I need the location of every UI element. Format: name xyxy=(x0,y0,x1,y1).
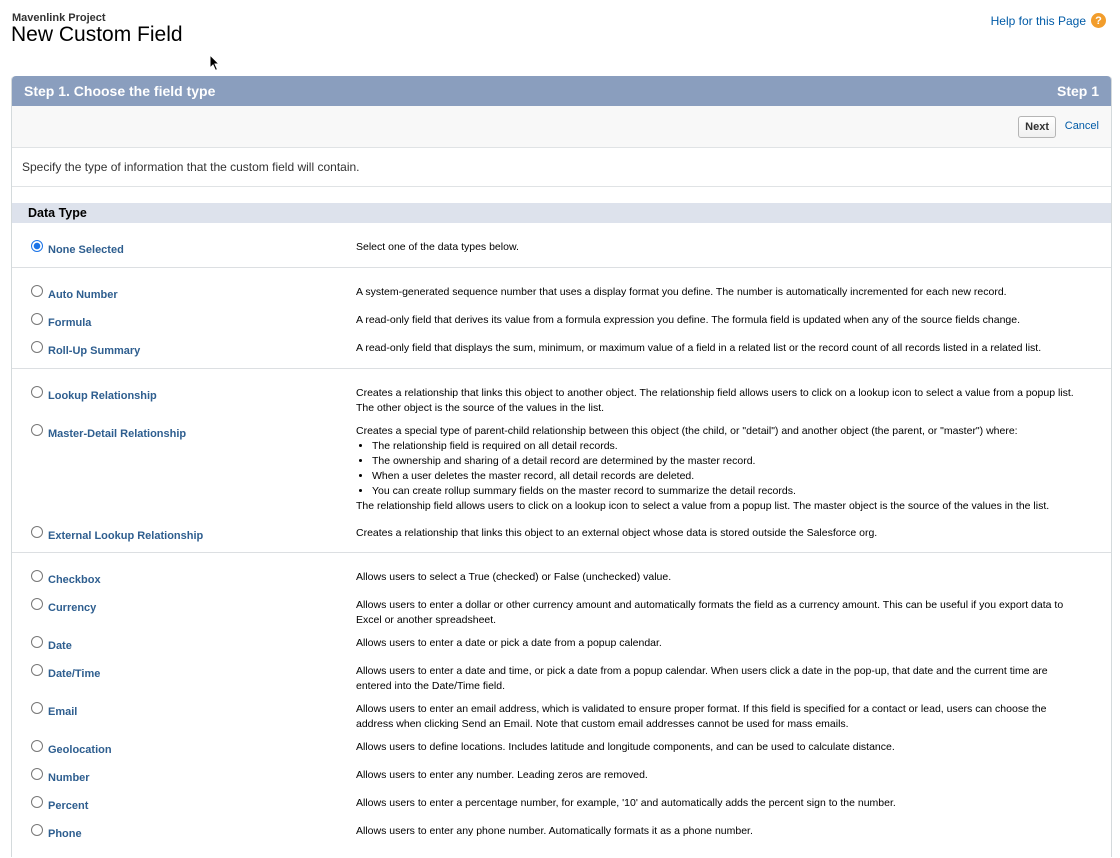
bullet-item: The ownership and sharing of a detail re… xyxy=(372,454,1086,469)
option-description: Creates a special type of parent-child r… xyxy=(356,424,1086,526)
bullet-item: When a user deletes the master record, a… xyxy=(372,469,1086,484)
cancel-link[interactable]: Cancel xyxy=(1065,120,1099,132)
option-description: A read-only field that displays the sum,… xyxy=(356,342,1042,354)
page-title: New Custom Field xyxy=(11,23,183,46)
option-description: Allows users to enter an email address, … xyxy=(356,703,1047,730)
step-title: Step 1. Choose the field type xyxy=(24,83,216,99)
radio-rollup-summary[interactable] xyxy=(31,341,43,353)
radio-email[interactable] xyxy=(31,702,43,714)
radio-percent[interactable] xyxy=(31,796,43,808)
type-option-number[interactable]: Number Allows users to enter any number.… xyxy=(12,768,1111,796)
radio-master-detail[interactable] xyxy=(31,424,43,436)
option-label[interactable]: Lookup Relationship xyxy=(48,390,157,402)
option-label[interactable]: None Selected xyxy=(48,244,124,256)
option-description: Allows users to define locations. Includ… xyxy=(356,741,895,753)
type-option-phone[interactable]: Phone Allows users to enter any phone nu… xyxy=(12,824,1111,852)
radio-formula[interactable] xyxy=(31,313,43,325)
radio-date[interactable] xyxy=(31,636,43,648)
type-option-checkbox[interactable]: Checkbox Allows users to select a True (… xyxy=(12,570,1111,598)
master-detail-bullets: The relationship field is required on al… xyxy=(356,439,1086,499)
step-panel: Step 1. Choose the field type Step 1 Nex… xyxy=(11,76,1112,858)
option-label[interactable]: Auto Number xyxy=(48,289,118,301)
option-label[interactable]: Date xyxy=(48,640,72,652)
option-label[interactable]: Currency xyxy=(48,602,96,614)
option-label[interactable]: Formula xyxy=(48,317,91,329)
option-label[interactable]: Phone xyxy=(48,828,82,840)
bullet-item: You can create rollup summary fields on … xyxy=(372,484,1086,499)
help-icon[interactable]: ? xyxy=(1091,13,1106,28)
type-option-master-detail[interactable]: Master-Detail Relationship Creates a spe… xyxy=(12,424,1111,526)
radio-datetime[interactable] xyxy=(31,664,43,676)
option-description: Allows users to enter a dollar or other … xyxy=(356,599,1064,626)
type-option-currency[interactable]: Currency Allows users to enter a dollar … xyxy=(12,598,1111,636)
type-option-external-lookup[interactable]: External Lookup Relationship Creates a r… xyxy=(12,526,1111,552)
option-description: Select one of the data types below. xyxy=(356,241,519,253)
type-option-formula[interactable]: Formula A read-only field that derives i… xyxy=(12,313,1111,341)
option-description: A system-generated sequence number that … xyxy=(356,286,1007,298)
type-option-geolocation[interactable]: Geolocation Allows users to define locat… xyxy=(12,740,1111,768)
type-option-email[interactable]: Email Allows users to enter an email add… xyxy=(12,702,1111,740)
option-description: A read-only field that derives its value… xyxy=(356,314,1021,326)
option-label[interactable]: Geolocation xyxy=(48,744,112,756)
option-description: Allows users to enter a date and time, o… xyxy=(356,665,1048,692)
option-label[interactable]: Roll-Up Summary xyxy=(48,345,140,357)
option-description: Allows users to select a True (checked) … xyxy=(356,571,672,583)
option-label[interactable]: Master-Detail Relationship xyxy=(48,428,186,440)
option-label[interactable]: Date/Time xyxy=(48,668,100,680)
help-link[interactable]: Help for this Page ? xyxy=(991,13,1106,28)
radio-checkbox[interactable] xyxy=(31,570,43,582)
radio-auto-number[interactable] xyxy=(31,285,43,297)
next-button[interactable]: Next xyxy=(1018,116,1056,138)
type-option-lookup[interactable]: Lookup Relationship Creates a relationsh… xyxy=(12,386,1111,424)
instructions: Specify the type of information that the… xyxy=(12,148,1111,187)
mouse-cursor-icon xyxy=(209,54,221,72)
option-label[interactable]: Percent xyxy=(48,800,88,812)
step-indicator: Step 1 xyxy=(1056,83,1099,99)
step-header: Step 1. Choose the field type Step 1 xyxy=(12,76,1111,106)
button-row: Next Cancel xyxy=(12,106,1111,148)
section-header-data-type: Data Type xyxy=(12,203,1111,223)
radio-none[interactable] xyxy=(31,240,43,252)
type-option-percent[interactable]: Percent Allows users to enter a percenta… xyxy=(12,796,1111,824)
radio-currency[interactable] xyxy=(31,598,43,610)
bullet-item: The relationship field is required on al… xyxy=(372,439,1086,454)
type-option-date[interactable]: Date Allows users to enter a date or pic… xyxy=(12,636,1111,664)
type-option-datetime[interactable]: Date/Time Allows users to enter a date a… xyxy=(12,664,1111,702)
type-option-auto-number[interactable]: Auto Number A system-generated sequence … xyxy=(12,285,1111,313)
option-description: Allows users to enter any phone number. … xyxy=(356,825,753,837)
option-label[interactable]: Checkbox xyxy=(48,574,101,586)
radio-lookup[interactable] xyxy=(31,386,43,398)
option-description: Allows users to enter a date or pick a d… xyxy=(356,637,662,649)
radio-geolocation[interactable] xyxy=(31,740,43,752)
help-link-label[interactable]: Help for this Page xyxy=(991,14,1086,28)
radio-external-lookup[interactable] xyxy=(31,526,43,538)
option-label[interactable]: Number xyxy=(48,772,90,784)
page-header: Mavenlink Project New Custom Field Help … xyxy=(11,10,1111,60)
type-option-rollup-summary[interactable]: Roll-Up Summary A read-only field that d… xyxy=(12,341,1111,368)
type-option-none[interactable]: None Selected Select one of the data typ… xyxy=(12,240,1111,256)
radio-number[interactable] xyxy=(31,768,43,780)
radio-phone[interactable] xyxy=(31,824,43,836)
option-label[interactable]: External Lookup Relationship xyxy=(48,530,203,542)
option-description: Creates a relationship that links this o… xyxy=(356,527,878,539)
option-description: Allows users to enter a percentage numbe… xyxy=(356,797,896,809)
master-detail-outro: The relationship field allows users to c… xyxy=(356,500,1050,512)
option-description: Allows users to enter any number. Leadin… xyxy=(356,769,648,781)
option-description: Creates a relationship that links this o… xyxy=(356,387,1074,414)
master-detail-intro: Creates a special type of parent-child r… xyxy=(356,425,1018,437)
data-type-list: None Selected Select one of the data typ… xyxy=(12,223,1111,858)
option-label[interactable]: Email xyxy=(48,706,77,718)
